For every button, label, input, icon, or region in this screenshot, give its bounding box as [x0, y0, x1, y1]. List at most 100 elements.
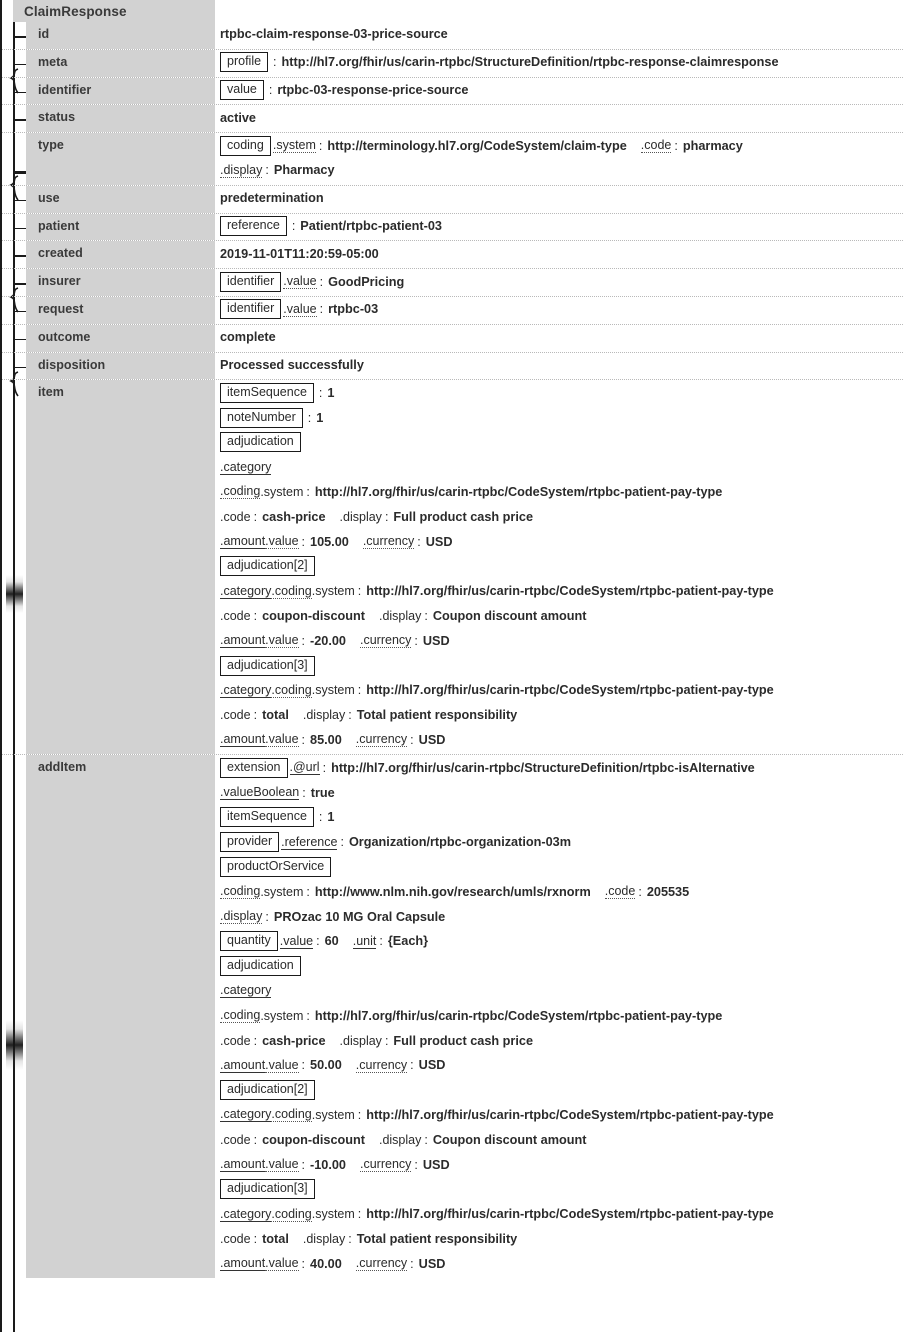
property-name[interactable]: .display — [379, 1133, 421, 1147]
field-label-type[interactable]: type — [26, 133, 215, 185]
property-name[interactable]: .@url — [289, 760, 320, 776]
property-name[interactable]: .value — [265, 1157, 299, 1172]
property-name[interactable]: .display — [220, 163, 263, 178]
property-name[interactable]: .system — [260, 1009, 303, 1023]
field-chip[interactable]: provider — [220, 832, 280, 853]
field-value: active — [220, 110, 256, 125]
property-name[interactable]: .value — [265, 534, 299, 550]
property-name[interactable]: .coding — [220, 884, 261, 900]
field-label-insurer[interactable]: insurer — [26, 269, 215, 296]
property-name[interactable]: .display — [220, 909, 263, 925]
property-name[interactable]: .system — [312, 584, 355, 598]
field-chip[interactable]: quantity — [220, 931, 278, 952]
property-name[interactable]: .code — [220, 510, 251, 524]
property-name[interactable]: .category — [220, 460, 272, 475]
field-chip[interactable]: identifier — [220, 299, 282, 320]
property-name[interactable]: .valueBoolean — [220, 785, 300, 801]
property-name[interactable]: .system — [272, 138, 316, 154]
field-value: complete — [220, 330, 276, 345]
property-name[interactable]: .code — [220, 1034, 251, 1048]
property-name[interactable]: .currency — [362, 534, 415, 550]
field-chip[interactable]: itemSequence — [220, 382, 314, 403]
property-name[interactable]: .value — [265, 633, 299, 649]
property-name[interactable]: .category — [220, 983, 272, 999]
property-name[interactable]: .reference — [281, 835, 338, 850]
property-name[interactable]: .coding — [220, 1008, 261, 1024]
field-chip[interactable]: adjudication — [220, 956, 301, 977]
field-chip[interactable]: adjudication[2] — [220, 556, 315, 577]
property-name[interactable]: .coding — [271, 683, 312, 698]
property-name[interactable]: .currency — [360, 633, 412, 649]
field-label-request[interactable]: request — [26, 296, 215, 324]
field-chip[interactable]: adjudication — [220, 432, 301, 453]
property-name[interactable]: .value — [265, 1256, 299, 1272]
field-label-meta[interactable]: meta — [26, 49, 215, 77]
field-chip[interactable]: profile — [220, 52, 269, 73]
field-chip[interactable]: reference — [220, 215, 287, 236]
property-name[interactable]: .currency — [360, 1157, 412, 1172]
field-chip[interactable]: value — [220, 79, 264, 100]
field-label-use[interactable]: use — [26, 185, 215, 213]
property-name[interactable]: .value — [265, 732, 299, 748]
property-name[interactable]: .category — [220, 1207, 272, 1222]
property-name[interactable]: .display — [340, 1034, 382, 1048]
property-name[interactable]: .category — [220, 1107, 272, 1123]
property-name[interactable]: .system — [312, 683, 355, 697]
property-name[interactable]: .currency — [355, 732, 408, 748]
property-name[interactable]: .currency — [355, 1058, 408, 1073]
property-name[interactable]: .coding — [271, 584, 312, 599]
property-name[interactable]: .coding — [271, 1207, 312, 1222]
property-name[interactable]: .system — [260, 885, 303, 899]
property-name[interactable]: .value — [279, 934, 314, 949]
field-chip[interactable]: adjudication[3] — [220, 655, 315, 676]
field-label-additem[interactable]: addItem — [26, 755, 215, 1279]
property-name[interactable]: .code — [220, 1232, 251, 1246]
property-name[interactable]: .code — [220, 1133, 251, 1147]
property-name[interactable]: .coding — [271, 1107, 312, 1123]
property-name[interactable]: .unit — [352, 934, 377, 949]
field-chip[interactable]: noteNumber — [220, 407, 303, 428]
property-name[interactable]: .value — [283, 302, 317, 317]
field-label-disposition[interactable]: disposition — [26, 352, 215, 380]
field-chip[interactable]: extension — [220, 757, 288, 778]
value-line: noteNumber:1 — [220, 405, 899, 430]
property-name[interactable]: .display — [379, 609, 421, 623]
property-name[interactable]: .amount — [220, 1058, 266, 1073]
property-name[interactable]: .amount — [220, 633, 266, 649]
field-label-status[interactable]: status — [26, 105, 215, 133]
property-name[interactable]: .system — [312, 1108, 355, 1122]
property-name[interactable]: .system — [312, 1207, 355, 1221]
colon-separator: : — [318, 385, 323, 400]
field-chip[interactable]: adjudication[3] — [220, 1179, 315, 1200]
field-chip[interactable]: productOrService — [220, 856, 332, 877]
field-chip[interactable]: coding — [220, 135, 271, 156]
property-name[interactable]: .currency — [355, 1256, 408, 1272]
property-name[interactable]: .system — [260, 485, 303, 499]
field-chip[interactable]: itemSequence — [220, 807, 314, 828]
field-label-item[interactable]: item — [26, 380, 215, 755]
field-label-created[interactable]: created — [26, 241, 215, 269]
property-name[interactable]: .display — [303, 708, 345, 722]
property-name[interactable]: .category — [220, 683, 272, 698]
property-name[interactable]: .display — [340, 510, 382, 524]
field-chip[interactable]: identifier — [220, 271, 282, 292]
property-name[interactable]: .amount — [220, 732, 266, 748]
property-name[interactable]: .code — [220, 609, 251, 623]
field-label-id[interactable]: id — [26, 22, 215, 49]
property-name[interactable]: .coding — [220, 484, 261, 500]
field-label-identifier[interactable]: identifier — [26, 77, 215, 105]
property-name[interactable]: .value — [283, 274, 317, 290]
field-chip[interactable]: adjudication[2] — [220, 1080, 315, 1101]
property-name[interactable]: .display — [303, 1232, 345, 1246]
property-name[interactable]: .amount — [220, 1157, 266, 1172]
property-name[interactable]: .amount — [220, 534, 266, 550]
resource-row: status active — [2, 104, 903, 133]
property-name[interactable]: .category — [220, 584, 272, 599]
field-label-patient[interactable]: patient — [26, 213, 215, 241]
property-name[interactable]: .code — [220, 708, 251, 722]
property-name[interactable]: .amount — [220, 1256, 266, 1272]
field-label-outcome[interactable]: outcome — [26, 324, 215, 352]
property-name[interactable]: .value — [265, 1058, 299, 1073]
property-name[interactable]: .code — [604, 884, 636, 900]
property-name[interactable]: .code — [640, 138, 672, 154]
